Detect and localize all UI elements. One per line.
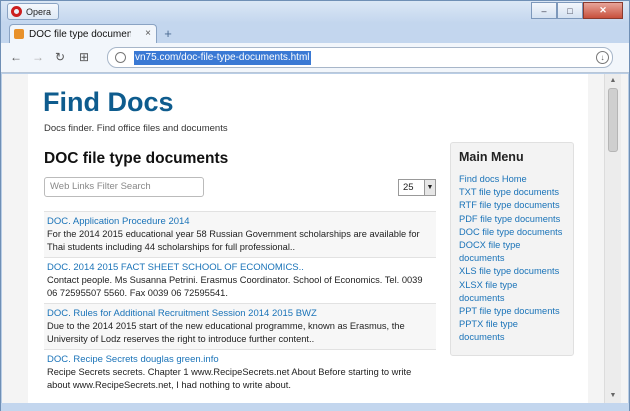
weblinks-list: DOC. Application Procedure 2014 For the … bbox=[44, 211, 436, 395]
list-item: DOC. Application Procedure 2014 For the … bbox=[44, 211, 436, 257]
speed-dial-button[interactable]: ⊞ bbox=[77, 50, 91, 64]
window-bottom-border bbox=[1, 403, 629, 411]
item-link[interactable]: DOC. Rules for Additional Recruitment Se… bbox=[47, 307, 433, 320]
page-viewport: Find Docs Docs finder. Find office files… bbox=[2, 74, 628, 403]
item-link[interactable]: DOC. Application Procedure 2014 bbox=[47, 215, 433, 228]
vertical-scrollbar[interactable]: ▲ ▼ bbox=[604, 74, 621, 403]
menu-link-ppt[interactable]: PPT file type documents bbox=[459, 305, 565, 318]
menu-link-home[interactable]: Find docs Home bbox=[459, 173, 565, 186]
close-window-button[interactable]: ✕ bbox=[583, 2, 623, 19]
site-description: Docs finder. Find office files and docum… bbox=[44, 123, 228, 134]
chevron-down-icon[interactable]: ▼ bbox=[424, 180, 435, 195]
download-icon[interactable]: ↓ bbox=[596, 51, 609, 64]
window-controls: – □ ✕ bbox=[531, 2, 623, 19]
page-content: Find Docs Docs finder. Find office files… bbox=[28, 74, 588, 403]
opera-logo-icon bbox=[11, 6, 22, 17]
new-tab-button[interactable]: + bbox=[161, 27, 175, 41]
site-favicon-icon bbox=[14, 29, 24, 39]
minimize-button[interactable]: – bbox=[531, 2, 557, 19]
site-info-icon[interactable] bbox=[115, 52, 126, 63]
item-description: Due to the 2014 2015 start of the new ed… bbox=[47, 321, 405, 344]
scroll-down-arrow-icon[interactable]: ▼ bbox=[608, 391, 618, 401]
menu-link-docx[interactable]: DOCX file type documents bbox=[459, 239, 565, 265]
address-toolbar: ← → ↻ ⊞ vn75.com/doc-file-type-documents… bbox=[1, 43, 629, 73]
item-link[interactable]: DOC. Recipe Secrets douglas green.info bbox=[47, 353, 433, 366]
forward-button[interactable]: → bbox=[31, 50, 45, 64]
menu-link-pdf[interactable]: PDF file type documents bbox=[459, 213, 565, 226]
address-bar[interactable]: vn75.com/doc-file-type-documents.html ↓ bbox=[107, 47, 613, 68]
scroll-up-arrow-icon[interactable]: ▲ bbox=[608, 76, 618, 86]
page-heading: DOC file type documents bbox=[44, 150, 229, 167]
list-item: DOC. Rules for Additional Recruitment Se… bbox=[44, 303, 436, 349]
site-title[interactable]: Find Docs bbox=[43, 87, 174, 118]
browser-window: Opera – □ ✕ DOC file type documents × + … bbox=[0, 0, 630, 411]
item-description: For the 2014 2015 educational year 58 Ru… bbox=[47, 229, 420, 252]
opera-menu-label: Opera bbox=[26, 6, 52, 17]
tab-strip: DOC file type documents × + bbox=[1, 23, 629, 43]
menu-link-doc[interactable]: DOC file type documents bbox=[459, 226, 565, 239]
main-menu-title: Main Menu bbox=[459, 150, 524, 164]
menu-link-rtf[interactable]: RTF file type documents bbox=[459, 199, 565, 212]
menu-link-pptx[interactable]: PPTX file type documents bbox=[459, 318, 565, 344]
list-item: DOC. Recipe Secrets douglas green.info R… bbox=[44, 349, 436, 395]
menu-link-txt[interactable]: TXT file type documents bbox=[459, 186, 565, 199]
opera-menu-button[interactable]: Opera bbox=[7, 3, 59, 20]
tab-close-icon[interactable]: × bbox=[145, 28, 151, 39]
maximize-button[interactable]: □ bbox=[557, 2, 583, 19]
display-limit-select[interactable]: 25 ▼ bbox=[398, 179, 436, 196]
filter-search-input[interactable]: Web Links Filter Search bbox=[44, 177, 204, 197]
scrollbar-thumb[interactable] bbox=[608, 88, 618, 152]
menu-link-xlsx[interactable]: XLSX file type documents bbox=[459, 279, 565, 305]
title-bar: Opera – □ ✕ bbox=[1, 1, 629, 23]
tab-label: DOC file type documents bbox=[29, 28, 131, 40]
main-menu: Main Menu Find docs Home TXT file type d… bbox=[450, 142, 574, 356]
item-link[interactable]: DOC. 2014 2015 FACT SHEET SCHOOL OF ECON… bbox=[47, 261, 433, 274]
item-description: Recipe Secrets secrets. Chapter 1 www.Re… bbox=[47, 367, 412, 390]
url-text[interactable]: vn75.com/doc-file-type-documents.html bbox=[134, 51, 311, 65]
reload-button[interactable]: ↻ bbox=[53, 50, 67, 64]
tab-doc-file-type-documents[interactable]: DOC file type documents × bbox=[9, 24, 157, 43]
display-limit-value: 25 bbox=[403, 182, 414, 193]
back-button[interactable]: ← bbox=[9, 50, 23, 64]
item-description: Contact people. Ms Susanna Petrini. Eras… bbox=[47, 275, 423, 298]
list-item: DOC. 2014 2015 FACT SHEET SCHOOL OF ECON… bbox=[44, 257, 436, 303]
menu-link-xls[interactable]: XLS file type documents bbox=[459, 265, 565, 278]
